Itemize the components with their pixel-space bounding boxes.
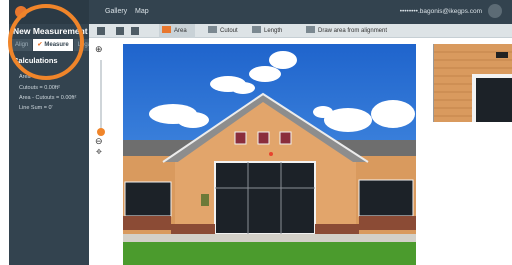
- step-align[interactable]: Align: [11, 39, 33, 51]
- calc-area-minus-cutouts: Area - Cutouts = 0.00ft²: [19, 95, 77, 101]
- thumbnail-preview[interactable]: [433, 44, 512, 122]
- length-tool-button[interactable]: Length: [249, 24, 282, 38]
- logo-icon: [15, 6, 27, 18]
- zoom-slider-track[interactable]: [100, 60, 102, 134]
- alignment-tool-button[interactable]: Draw area from alignment: [303, 24, 387, 38]
- calc-cutouts: Cutouts = 0.00ft²: [19, 85, 60, 91]
- zoom-out-icon[interactable]: ⊖: [95, 136, 103, 147]
- copy-icon[interactable]: [131, 27, 139, 35]
- nav-map[interactable]: Map: [135, 8, 149, 15]
- step-tabs: Align ✔ Measure Legal: [11, 39, 97, 51]
- length-icon: [252, 26, 261, 33]
- check-icon: ✔: [37, 42, 43, 48]
- top-bar: Gallery Map ••••••••.bagonis@ikegps.com: [89, 0, 512, 24]
- cutout-icon: [208, 26, 217, 33]
- step-measure[interactable]: ✔ Measure: [33, 39, 73, 51]
- thumbnail-graphic: [434, 44, 512, 122]
- length-tool-label: Length: [264, 28, 283, 34]
- open-folder-icon[interactable]: [116, 27, 124, 35]
- nav-gallery[interactable]: Gallery: [105, 8, 127, 15]
- app-window: New Measurement Align ✔ Measure Legal Cal…: [0, 0, 512, 265]
- brand-bar: [9, 0, 89, 24]
- building-photo-graphic: [123, 44, 416, 265]
- toolbar: Area Cutout Length Draw area from alignm…: [89, 24, 512, 38]
- pan-icon[interactable]: ✥: [96, 148, 102, 156]
- zoom-slider-handle[interactable]: [97, 128, 105, 136]
- calc-area: Area: [19, 74, 31, 80]
- zoom-in-icon[interactable]: ⊕: [95, 44, 103, 55]
- area-tool-label: Area: [174, 28, 187, 34]
- user-email: ••••••••.bagonis@ikegps.com: [399, 8, 482, 15]
- user-avatar-icon[interactable]: [488, 4, 502, 18]
- alignment-tool-label: Draw area from alignment: [318, 28, 388, 34]
- step-measure-label: Measure: [44, 42, 69, 48]
- alignment-icon: [306, 26, 315, 33]
- cutout-tool-button[interactable]: Cutout: [205, 24, 238, 38]
- measurement-title: New Measurement: [13, 26, 88, 36]
- building-photo[interactable]: [123, 44, 416, 265]
- sidebar: New Measurement Align ✔ Measure Legal Cal…: [9, 0, 97, 265]
- save-icon[interactable]: [97, 27, 105, 35]
- area-icon: [162, 26, 171, 33]
- calc-line-sum: Line Sum = 0': [19, 105, 53, 111]
- cutout-tool-label: Cutout: [220, 28, 238, 34]
- calculations-title: Calculations: [13, 56, 58, 65]
- area-tool-button[interactable]: Area: [159, 24, 195, 38]
